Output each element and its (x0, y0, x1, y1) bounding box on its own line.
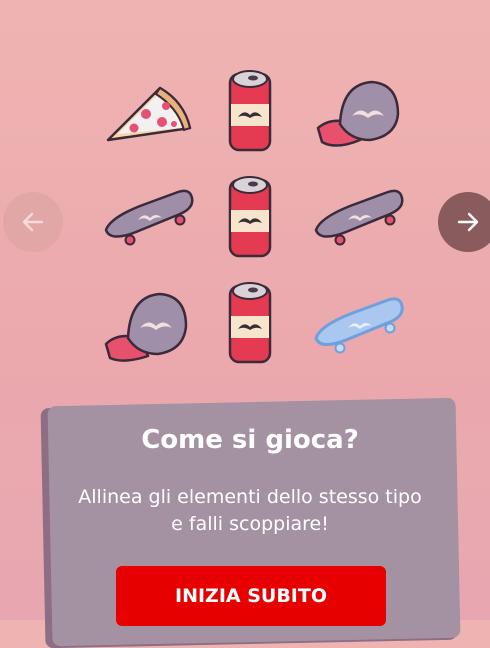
skateboard-icon (314, 189, 404, 246)
soda-can-icon (228, 70, 272, 152)
tutorial-description: Allinea gli elementi dello stesso tipo e… (70, 484, 430, 538)
next-button[interactable] (438, 192, 490, 252)
tile-cap[interactable] (100, 276, 200, 376)
previous-button[interactable] (3, 192, 63, 252)
tile-skateboard-highlighted[interactable] (310, 274, 410, 374)
game-board (0, 0, 490, 380)
pizza-icon (106, 86, 192, 142)
tutorial-line-2: e falli scoppiare! (171, 513, 329, 535)
tile-cap[interactable] (310, 62, 410, 162)
tile-skateboard[interactable] (310, 166, 410, 266)
tile-skateboard[interactable] (100, 166, 200, 266)
tile-soda-can[interactable] (200, 62, 300, 162)
arrow-right-icon (457, 212, 479, 232)
skateboard-highlighted-icon (314, 297, 404, 354)
arrow-left-icon (22, 212, 44, 232)
tutorial-title: Come si gioca? (141, 425, 359, 455)
start-button[interactable]: INIZIA SUBITO (116, 566, 386, 626)
soda-can-icon (228, 176, 272, 258)
soda-can-icon (228, 282, 272, 364)
skateboard-icon (104, 189, 194, 246)
tile-pizza[interactable] (100, 62, 200, 162)
tile-soda-can[interactable] (200, 168, 300, 268)
cap-icon (104, 292, 188, 362)
tutorial-line-1: Allinea gli elementi dello stesso tipo (78, 486, 422, 508)
tile-soda-can[interactable] (200, 274, 300, 374)
cap-icon (316, 80, 400, 147)
